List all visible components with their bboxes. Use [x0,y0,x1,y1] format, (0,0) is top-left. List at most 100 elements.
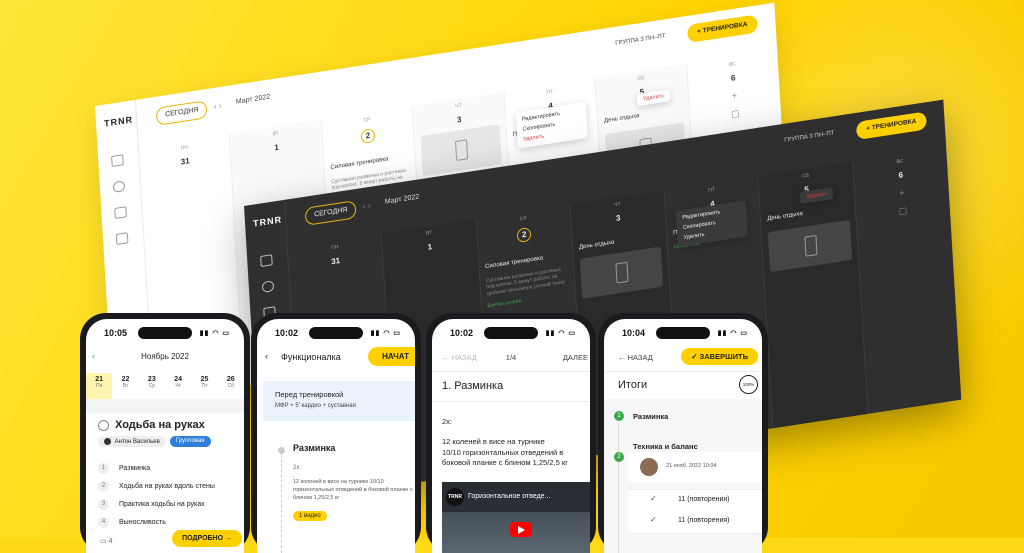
start-button[interactable]: НАЧАТ [368,347,415,366]
avatar [640,458,658,476]
month-label: Март 2022 [235,93,271,106]
step-number: 3 [98,498,109,510]
notch [138,327,192,339]
reps: 2x: [293,465,302,471]
step-number: 1 [98,462,109,474]
week-day[interactable]: 22 Вт [112,373,138,399]
week-strip: 21 Пн 22 Вт 23 Ср 24 Чт 25 Пт 26 Сб [86,373,244,400]
week-day[interactable]: 24 Чт [165,373,191,399]
step-item[interactable]: 3 Практика ходьбы на руках [98,495,215,513]
signal-icon: ▮▮ ◠ ▭ [717,330,748,337]
check-icon: ✓ [650,494,657,503]
week-day[interactable]: 25 Пт [191,373,217,399]
section-1-label: Разминка [633,412,669,421]
battery-icon [804,234,818,257]
signal-icon: ▮▮ ◠ ▭ [199,330,230,337]
next-button[interactable]: ДАЛЕЕ [563,353,588,362]
back-icon[interactable]: ‹ [265,351,268,361]
clock-icon [98,419,109,431]
video-chip[interactable]: 1 видео [293,511,327,521]
week-day[interactable]: 21 Пн [86,373,113,399]
phone-workout-overview: 10:02 ▮▮ ◠ ▭ ‹ Функционалка НАЧАТ Перед … [251,313,421,553]
back-button[interactable]: ← НАЗАД [618,353,653,362]
step-item[interactable]: 4 Выносливость [98,513,215,531]
week-day[interactable]: 26 Сб [218,373,244,399]
pre-workout-sub: МФР + 5' кардио + суставная [275,403,356,409]
step-label: Ходьба на руках вдоль стены [119,482,215,490]
details-button[interactable]: ПОДРОБНО → [172,530,242,547]
coach-chip[interactable]: Антон Васильев [98,436,166,448]
step-item[interactable]: 2 Ходьба на руках вдоль стены [98,477,215,495]
step-number: 2 [98,480,109,492]
rest-day-card[interactable] [579,246,664,299]
week-day-num: 26 [226,376,235,383]
finish-button[interactable]: ✓ ЗАВЕРШИТЬ [681,348,758,365]
result-row: ✓ 11 (повторения) [628,511,762,534]
week-day-num: 22 [121,376,130,383]
comments-count[interactable]: ▭ 4 [100,537,112,545]
calendar-icon[interactable] [260,254,273,268]
week-day-num: 25 [200,376,209,383]
phone-exercise-step: 10:02 ▮▮ ◠ ▭ ← НАЗАД 1/4 ДАЛЕЕ 1. Размин… [426,313,596,553]
exercise-line-2: 10/10 горизонтальных отведений в боковой… [442,447,568,468]
phone-results: 10:04 ▮▮ ◠ ▭ ← НАЗАД ✓ ЗАВЕРШИТЬ Итоги 1… [598,313,768,553]
pre-workout-title: Перед тренировкой [275,390,344,399]
section-card: Разминка 2x: 12 коленей в висе на турник… [263,429,415,553]
section-2-label: Техника и баланс [633,442,698,451]
entry-date: 21 нояб. 2022 10:04 [666,463,717,469]
phone-screen: 10:04 ▮▮ ◠ ▭ ← НАЗАД ✓ ЗАВЕРШИТЬ Итоги 1… [604,319,762,553]
play-icon[interactable] [510,522,532,537]
reps: 2x: [442,417,453,426]
result-row: ✓ 11 (повторения) [628,489,762,513]
week-day-num: 21 [95,376,104,383]
rest-day-card[interactable] [768,219,852,272]
day-column[interactable]: ВС 6 + ▢ [851,147,962,414]
workout-title: Ходьба на руках [115,419,205,431]
result-value: 11 (повторения) [678,517,730,524]
nav-arrows[interactable]: ‹ › [363,201,371,211]
phone-day-view: 10:05 ▮▮ ◠ ▭ ‹ Ноябрь 2022 21 Пн 22 Вт 23 … [80,313,250,553]
add-training-button[interactable]: + ТРЕНИРОВКА [686,14,758,44]
result-entry: 21 нояб. 2022 10:04 [628,452,762,482]
notch [656,327,710,339]
workout-name: Функционалка [281,352,341,362]
step-label: Разминка [119,464,151,472]
calendar-icon[interactable] [111,154,124,168]
status-time: 10:04 [622,328,646,338]
nav-arrows[interactable]: ‹ › [214,101,222,111]
week-day-num: 23 [147,376,156,383]
day-column[interactable]: СБ 5 День отдыха Удалить [757,161,868,429]
type-chip: Групповая [169,436,211,448]
coach-name: Антон Васильев [114,439,160,446]
group-select[interactable]: ГРУППА 3 ПН–ПТ [615,33,666,47]
step-header: ← НАЗАД 1/4 ДАЛЕЕ [432,347,590,371]
phone-screen: 10:05 ▮▮ ◠ ▭ ‹ Ноябрь 2022 21 Пн 22 Вт 23 … [86,319,244,553]
bookmark-icon[interactable] [114,206,127,220]
step-label: Практика ходьбы на руках [119,500,205,508]
video-player[interactable]: TRNR Горизонтальное отведе... [442,482,590,553]
add-training-button[interactable]: + ТРЕНИРОВКА [855,111,927,141]
section-title: Разминка [293,443,336,453]
step-item[interactable]: 1 Разминка [98,459,215,477]
month-title: Ноябрь 2022 [141,352,189,361]
copy-icon[interactable]: ▢ [690,102,781,127]
notch [309,327,363,339]
app-logo: TRNR [252,214,283,229]
step-label: Выносливость [119,518,166,526]
card-icon[interactable] [115,232,129,246]
week-day-name: Чт [175,383,181,389]
timeline-dot [278,447,285,454]
signal-icon: ▮▮ ◠ ▭ [545,330,576,337]
today-button[interactable]: СЕГОДНЯ [155,100,208,126]
today-button[interactable]: СЕГОДНЯ [304,200,357,226]
progress-circle: 100% [739,375,758,394]
pre-workout-card[interactable]: Перед тренировкой МФР + 5' кардио + суст… [263,381,415,421]
group-select[interactable]: ГРУППА 3 ПН–ПТ [784,130,835,144]
exercise-text: 12 коленей в висе на турнике 10/10 гориз… [442,437,590,469]
users-icon[interactable] [112,180,126,194]
users-icon[interactable] [261,280,275,294]
status-time: 10:05 [104,328,128,338]
week-day[interactable]: 23 Ср [139,373,165,399]
notch [484,327,538,339]
battery-icon [455,139,469,161]
